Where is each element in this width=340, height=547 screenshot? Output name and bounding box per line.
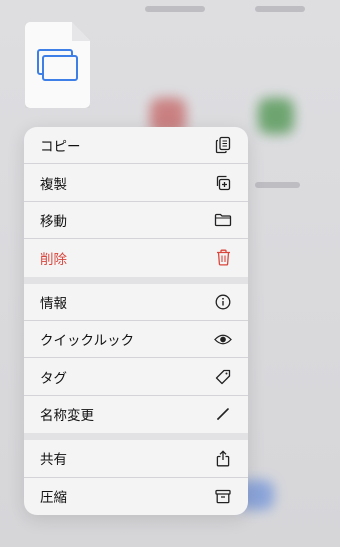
menu-item-share[interactable]: 共有: [24, 440, 248, 478]
pencil-icon: [214, 405, 232, 423]
menu-item-move[interactable]: 移動: [24, 202, 248, 240]
menu-item-rename[interactable]: 名称変更: [24, 396, 248, 433]
blurred-label: [145, 6, 205, 12]
menu-item-label: タグ: [40, 370, 67, 387]
menu-item-label: 削除: [40, 251, 67, 268]
menu-item-quicklook[interactable]: クイックルック: [24, 321, 248, 359]
menu-item-label: 移動: [40, 213, 67, 230]
menu-item-label: 共有: [40, 452, 67, 469]
group-separator: [24, 433, 248, 441]
menu-item-label: 情報: [40, 295, 67, 312]
info-icon: [214, 293, 232, 311]
tag-icon: [214, 368, 232, 386]
folder-icon: [214, 211, 232, 229]
eye-icon: [214, 330, 232, 348]
menu-item-compress[interactable]: 圧縮: [24, 478, 248, 515]
menu-item-label: クイックルック: [40, 333, 135, 350]
blurred-label: [255, 6, 305, 12]
duplicate-icon: [214, 174, 232, 192]
menu-item-tag[interactable]: タグ: [24, 358, 248, 396]
menu-item-label: 複製: [40, 176, 67, 193]
menu-item-duplicate[interactable]: 複製: [24, 164, 248, 202]
archive-icon: [214, 487, 232, 505]
menu-item-label: コピー: [40, 139, 81, 156]
copy-icon: [214, 136, 232, 154]
group-separator: [24, 276, 248, 284]
blurred-app-icon: [258, 98, 294, 134]
menu-item-label: 圧縮: [40, 490, 67, 507]
trash-icon: [214, 249, 232, 267]
menu-item-copy[interactable]: コピー: [24, 127, 248, 165]
share-icon: [214, 449, 232, 467]
menu-item-label: 名称変更: [40, 408, 94, 425]
blurred-label: [255, 182, 300, 188]
window-icon: [36, 48, 78, 82]
context-menu: コピー 複製 移動 削除 情報 クイックルック タグ 名称変更 共有 圧縮: [24, 127, 248, 515]
menu-item-delete[interactable]: 削除: [24, 239, 248, 276]
menu-item-info[interactable]: 情報: [24, 284, 248, 321]
